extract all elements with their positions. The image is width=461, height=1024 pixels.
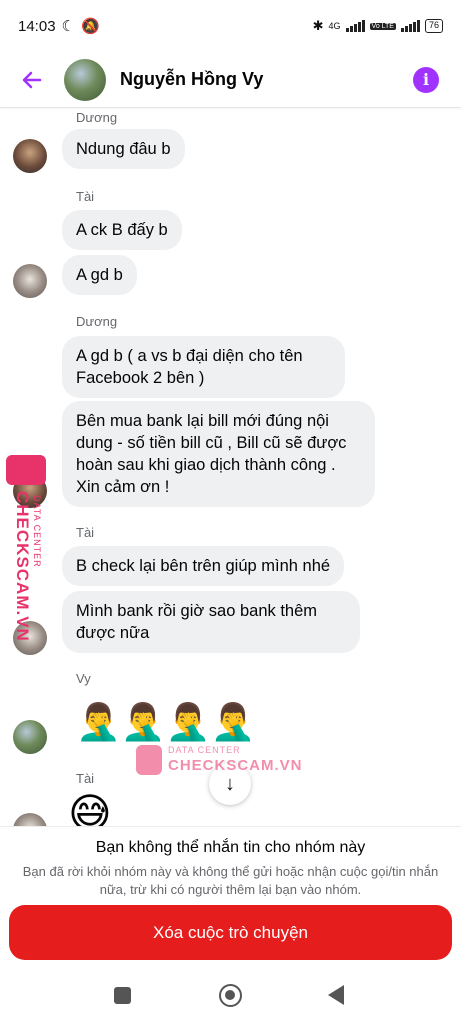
sender-name: Tài [76, 189, 95, 204]
sender-name: Vy [76, 671, 91, 686]
battery-icon: 76 [424, 19, 443, 33]
signal-icon-2 [400, 20, 420, 32]
status-left: 14:03 ☾ 🔕 [18, 17, 100, 36]
signal-icon [345, 20, 365, 32]
avatar[interactable] [13, 264, 47, 298]
bluetooth-icon: ✱ [312, 18, 324, 33]
avatar[interactable] [13, 720, 47, 754]
chat-header: Nguyễn Hồng Vy i [0, 52, 461, 108]
muted-bell-icon: 🔕 [81, 18, 100, 35]
sender-name: Tài [76, 771, 95, 786]
emoji-message[interactable]: 🤦‍♂️🤦‍♂️🤦‍♂️🤦‍♂️ [76, 700, 255, 744]
footer-title: Bạn không thể nhắn tin cho nhóm này [95, 839, 366, 856]
status-bar: 14:03 ☾ 🔕 ✱ 4G Vo LTE 76 [0, 0, 461, 52]
network-label: 4G [328, 21, 341, 31]
status-time: 14:03 [18, 17, 56, 35]
system-nav-bar [0, 966, 461, 1024]
message-bubble[interactable]: A gd b ( a vs b đại diện cho tên Faceboo… [62, 336, 345, 398]
delete-conversation-button[interactable]: Xóa cuộc trò chuyện [9, 905, 452, 960]
home-icon[interactable] [219, 984, 242, 1007]
message-bubble[interactable]: Bên mua bank lại bill mới đúng nội dung … [62, 401, 375, 507]
moon-icon: ☾ [61, 18, 75, 35]
lock-icon [6, 455, 46, 485]
status-right: ✱ 4G Vo LTE 76 [313, 18, 443, 34]
message-bubble[interactable]: Mình bank rồi giờ sao bank thêm được nữa [62, 591, 360, 653]
back-arrow-icon[interactable] [18, 66, 46, 94]
emoji-message[interactable]: 😅 [68, 792, 112, 827]
recents-icon[interactable] [114, 987, 131, 1004]
message-bubble[interactable]: B check lại bên trên giúp mình nhé [62, 546, 345, 586]
sender-name: Tài [76, 525, 95, 540]
message-bubble[interactable]: A gd b [62, 255, 137, 295]
watermark-side: CHECKSCAM.VN DATA CENTER [4, 455, 50, 655]
sender-name: Dương [76, 314, 118, 329]
avatar[interactable] [13, 813, 47, 826]
conversation-title[interactable]: Nguyễn Hồng Vy [120, 69, 413, 90]
avatar[interactable] [64, 58, 106, 101]
message-bubble[interactable]: Ndung đâu b [62, 129, 185, 169]
back-triangle-icon[interactable] [328, 985, 344, 1005]
avatar[interactable] [13, 139, 47, 173]
volte-label: Vo LTE [369, 22, 396, 30]
watermark-brand: CHECKSCAM.VN [13, 491, 32, 642]
message-list[interactable]: Dương Ndung đâu b Tài A ck B đấy b A gd … [0, 108, 461, 826]
sender-name: Dương [76, 110, 118, 125]
watermark-sub: DATA CENTER [32, 495, 42, 568]
watermark-sub: DATA CENTER [168, 745, 241, 755]
blocked-footer: Bạn không thể nhắn tin cho nhóm này Bạn … [0, 826, 461, 966]
message-bubble[interactable]: A ck B đấy b [62, 210, 182, 250]
watermark-center: DATA CENTER CHECKSCAM.VN [136, 743, 302, 779]
footer-description: Bạn đã rời khỏi nhóm này và không thể gử… [22, 864, 439, 897]
info-icon[interactable]: i [413, 66, 439, 93]
watermark-brand: CHECKSCAM.VN [168, 757, 303, 774]
lock-icon [136, 745, 162, 775]
